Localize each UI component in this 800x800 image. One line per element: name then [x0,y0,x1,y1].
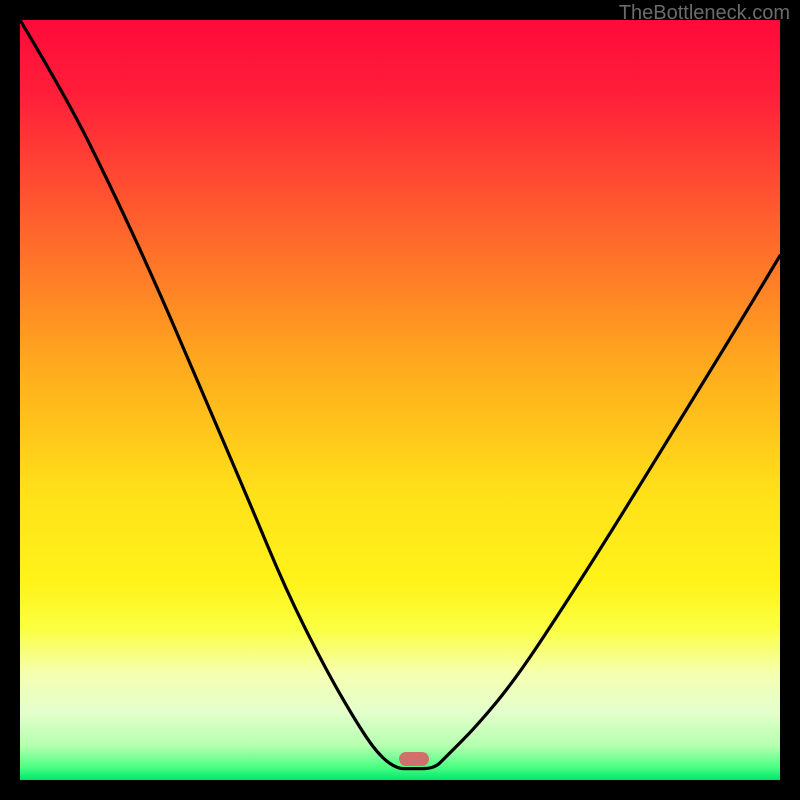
chart-frame: TheBottleneck.com [0,0,800,800]
optimal-marker [399,752,429,766]
plot-area [20,20,780,780]
bottleneck-curve [20,20,780,780]
